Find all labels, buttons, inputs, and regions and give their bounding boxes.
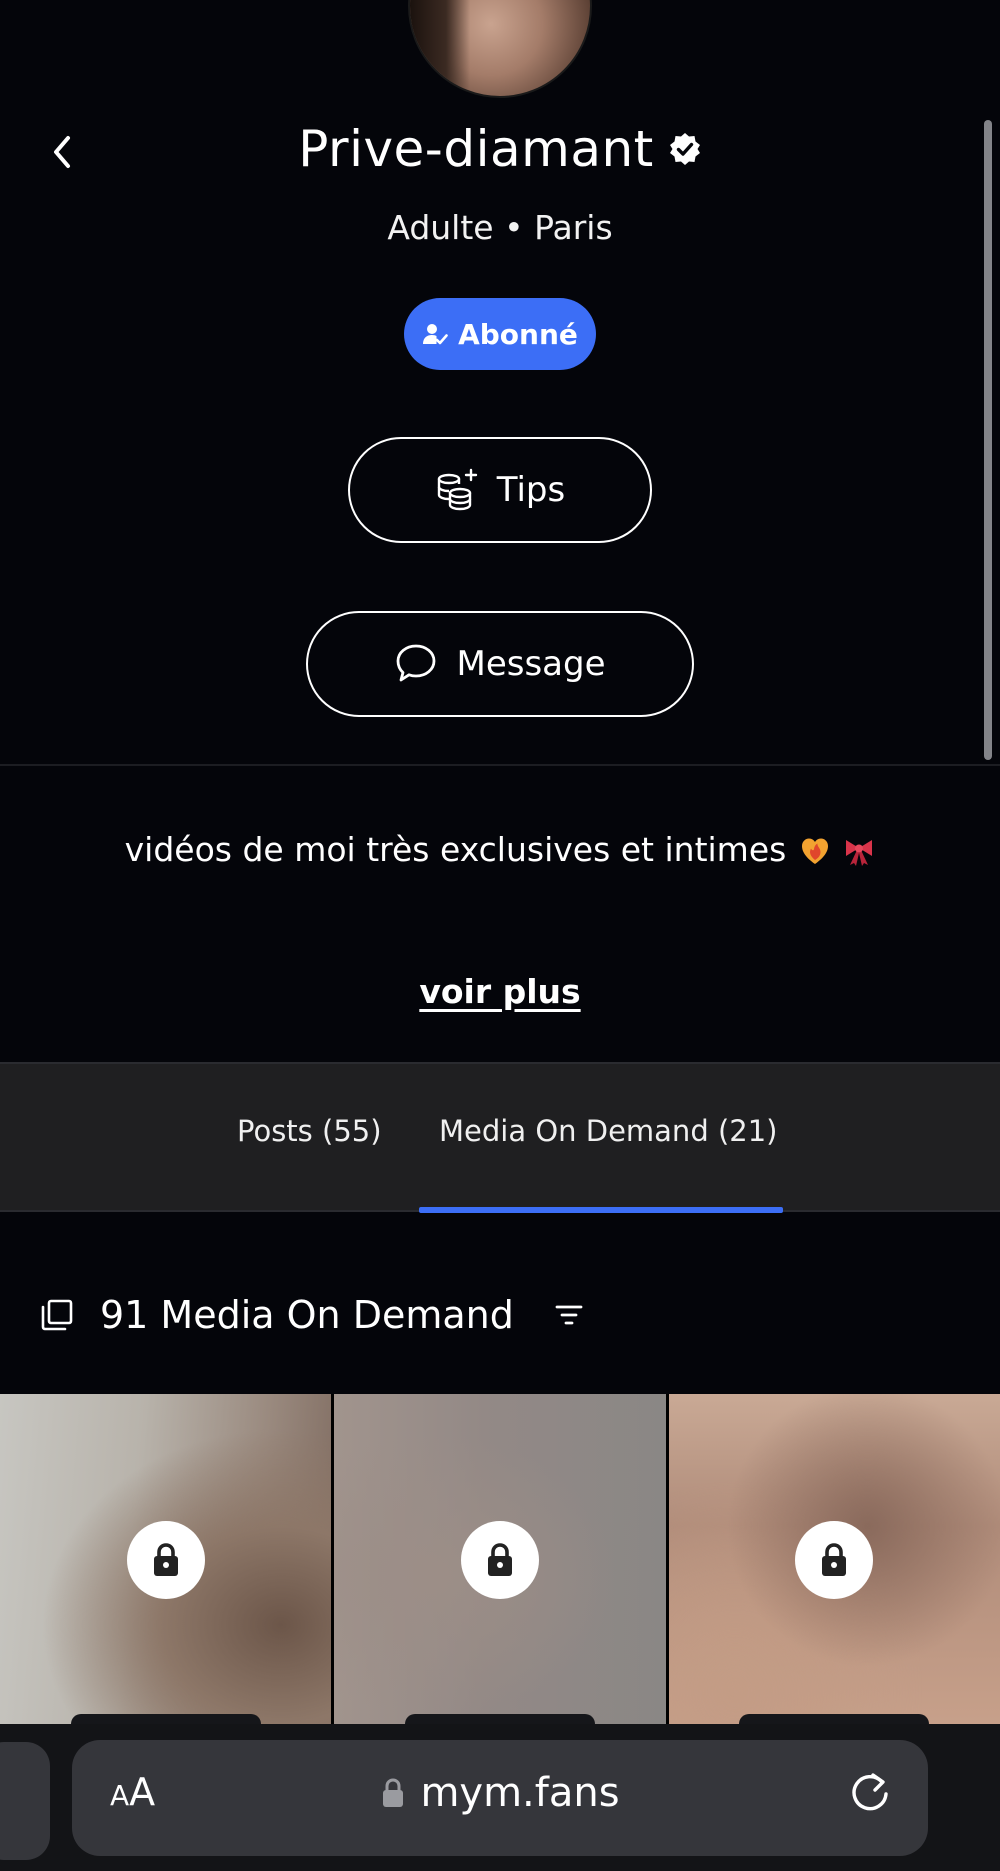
profile-name-text: Prive-diamant [298,120,654,178]
subscribed-label: Abonné [458,317,578,351]
previous-tab-preview[interactable] [0,1742,50,1860]
media-tile[interactable] [334,1394,666,1724]
profile-avatar [408,0,592,98]
meta-separator: • [504,208,524,247]
profile-category: Adulte [387,208,494,247]
ribbon-icon [846,840,873,866]
lock-badge [795,1521,874,1599]
media-tile[interactable] [668,1394,1000,1724]
tips-label: Tips [496,470,566,510]
profile-name: Prive-diamant [0,120,1000,178]
media-section-title: 91 Media On Demand [100,1293,514,1337]
media-grid [0,1394,1000,1724]
content-tabs: Posts (55) Media On Demand (21) [0,1062,1000,1213]
user-check-icon [423,324,448,345]
lock-badge [460,1521,539,1599]
media-tile-footer [739,1714,930,1724]
media-tile-footer [70,1714,261,1724]
chat-bubble-icon [397,644,436,682]
fire-heart-icon [801,838,828,864]
verified-badge-icon [669,133,700,165]
profile-meta: Adulte • Paris [0,208,1000,247]
message-button[interactable]: Message [306,611,694,717]
message-label: Message [456,644,606,684]
gallery-stack-icon [41,1299,73,1331]
page-scrollbar[interactable] [984,120,992,760]
filter-icon[interactable] [554,1303,584,1327]
browser-toolbar: AA mym.fans [0,1724,1000,1871]
bio-text: vidéos de moi très exclusives et intimes [124,830,787,869]
see-more-link[interactable]: voir plus [0,972,1000,1011]
tab-media-on-demand[interactable]: Media On Demand (21) [439,1114,777,1148]
lock-badge [126,1521,205,1599]
url-text: mym.fans [420,1770,620,1816]
address-bar[interactable]: AA mym.fans [72,1740,928,1856]
section-divider [0,764,1000,766]
url-display: mym.fans [72,1770,928,1816]
subscribed-button[interactable]: Abonné [404,298,596,370]
coins-plus-icon [437,468,477,511]
reload-button[interactable] [846,1770,894,1818]
reload-icon [852,1773,888,1811]
tab-posts[interactable]: Posts (55) [237,1114,382,1148]
active-tab-indicator [419,1207,783,1213]
tips-button[interactable]: Tips [348,437,652,543]
media-section-header: 91 Media On Demand [40,1290,584,1340]
profile-location: Paris [534,208,613,247]
lock-icon [822,1543,847,1576]
profile-bio: vidéos de moi très exclusives et intimes [0,830,1000,869]
media-tile[interactable] [0,1394,332,1724]
media-tile-footer [404,1714,595,1724]
lock-icon [383,1778,404,1807]
lock-icon [487,1543,512,1576]
lock-icon [153,1543,178,1576]
